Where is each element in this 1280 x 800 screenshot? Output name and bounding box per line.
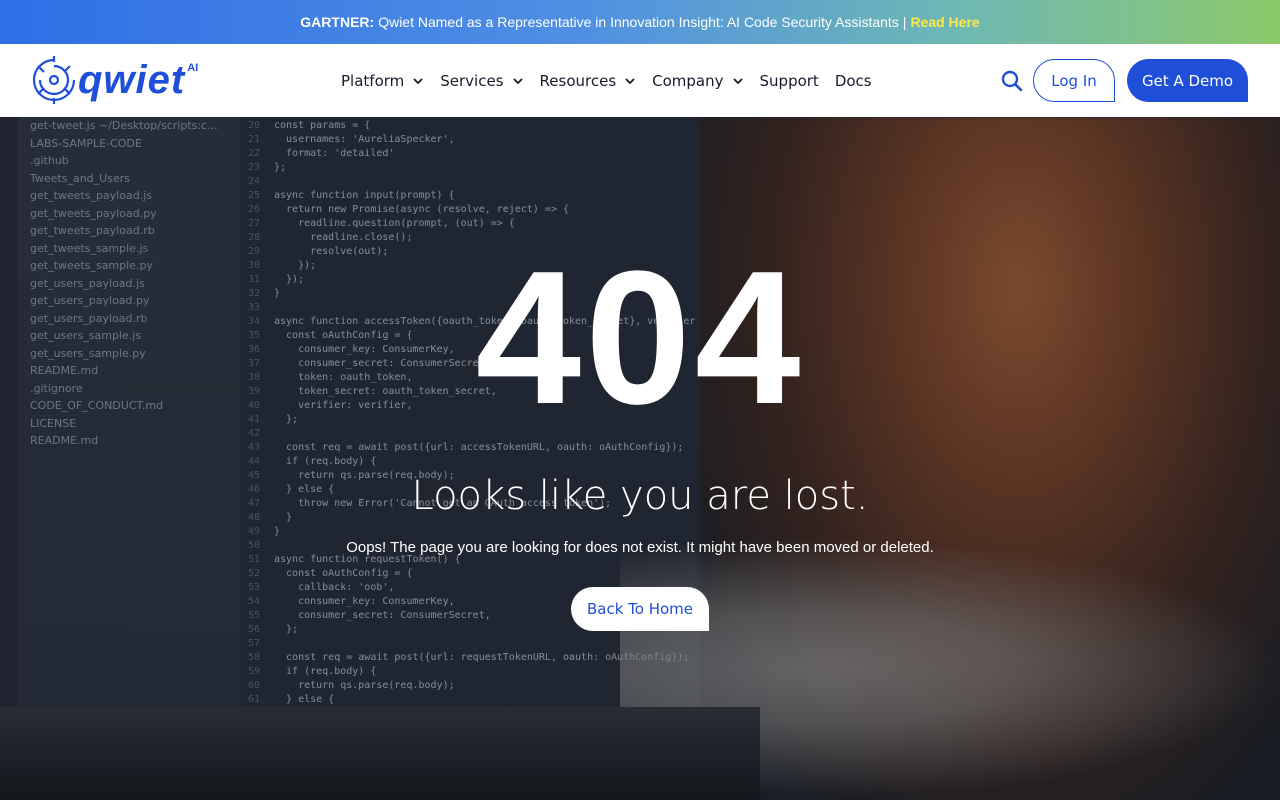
nav-support[interactable]: Support	[760, 72, 819, 90]
banner-separator: |	[902, 14, 907, 30]
nav-services-label: Services	[440, 71, 504, 90]
logo-swirl-icon	[32, 56, 76, 104]
main-nav: Platform Services Resources Company Supp…	[341, 44, 888, 117]
logo-ai-suffix: AI	[187, 62, 199, 74]
nav-resources-label: Resources	[539, 71, 617, 90]
nav-company-label: Company	[652, 71, 724, 90]
chevron-down-icon	[512, 77, 523, 84]
nav-platform[interactable]: Platform	[341, 72, 424, 90]
search-icon[interactable]	[1000, 69, 1024, 93]
hero-section: get-tweet.js ~/Desktop/scripts:c... LABS-…	[0, 117, 1280, 800]
back-to-home-button[interactable]: Back To Home	[571, 587, 709, 631]
banner-message: Qwiet Named as a Representative in Innov…	[378, 14, 899, 30]
get-demo-button[interactable]: Get A Demo	[1127, 59, 1248, 102]
nav-services[interactable]: Services	[440, 72, 523, 90]
nav-docs[interactable]: Docs	[835, 72, 872, 90]
qwiet-logo[interactable]: qwiet AI	[32, 52, 198, 108]
banner-read-here-link[interactable]: Read Here	[910, 14, 979, 30]
nav-docs-label: Docs	[834, 71, 872, 90]
login-button[interactable]: Log In	[1033, 59, 1115, 102]
chevron-down-icon	[413, 77, 423, 84]
chevron-down-icon	[625, 77, 635, 84]
error-code: 404	[475, 232, 805, 444]
error-headline: Looks like you are lost.	[411, 473, 869, 519]
logo-text: qwiet	[78, 58, 186, 102]
nav-company[interactable]: Company	[652, 72, 743, 90]
nav-support-label: Support	[759, 71, 819, 90]
site-header: qwiet AI Platform Services Resources Com…	[0, 44, 1280, 117]
banner-prefix: GARTNER:	[300, 14, 375, 30]
announcement-banner: GARTNER: Qwiet Named as a Representative…	[0, 0, 1280, 44]
nav-resources[interactable]: Resources	[540, 72, 637, 90]
error-message: Oops! The page you are looking for does …	[346, 539, 934, 556]
chevron-down-icon	[732, 77, 743, 84]
nav-platform-label: Platform	[341, 71, 405, 90]
hero-overlay	[0, 117, 1280, 800]
